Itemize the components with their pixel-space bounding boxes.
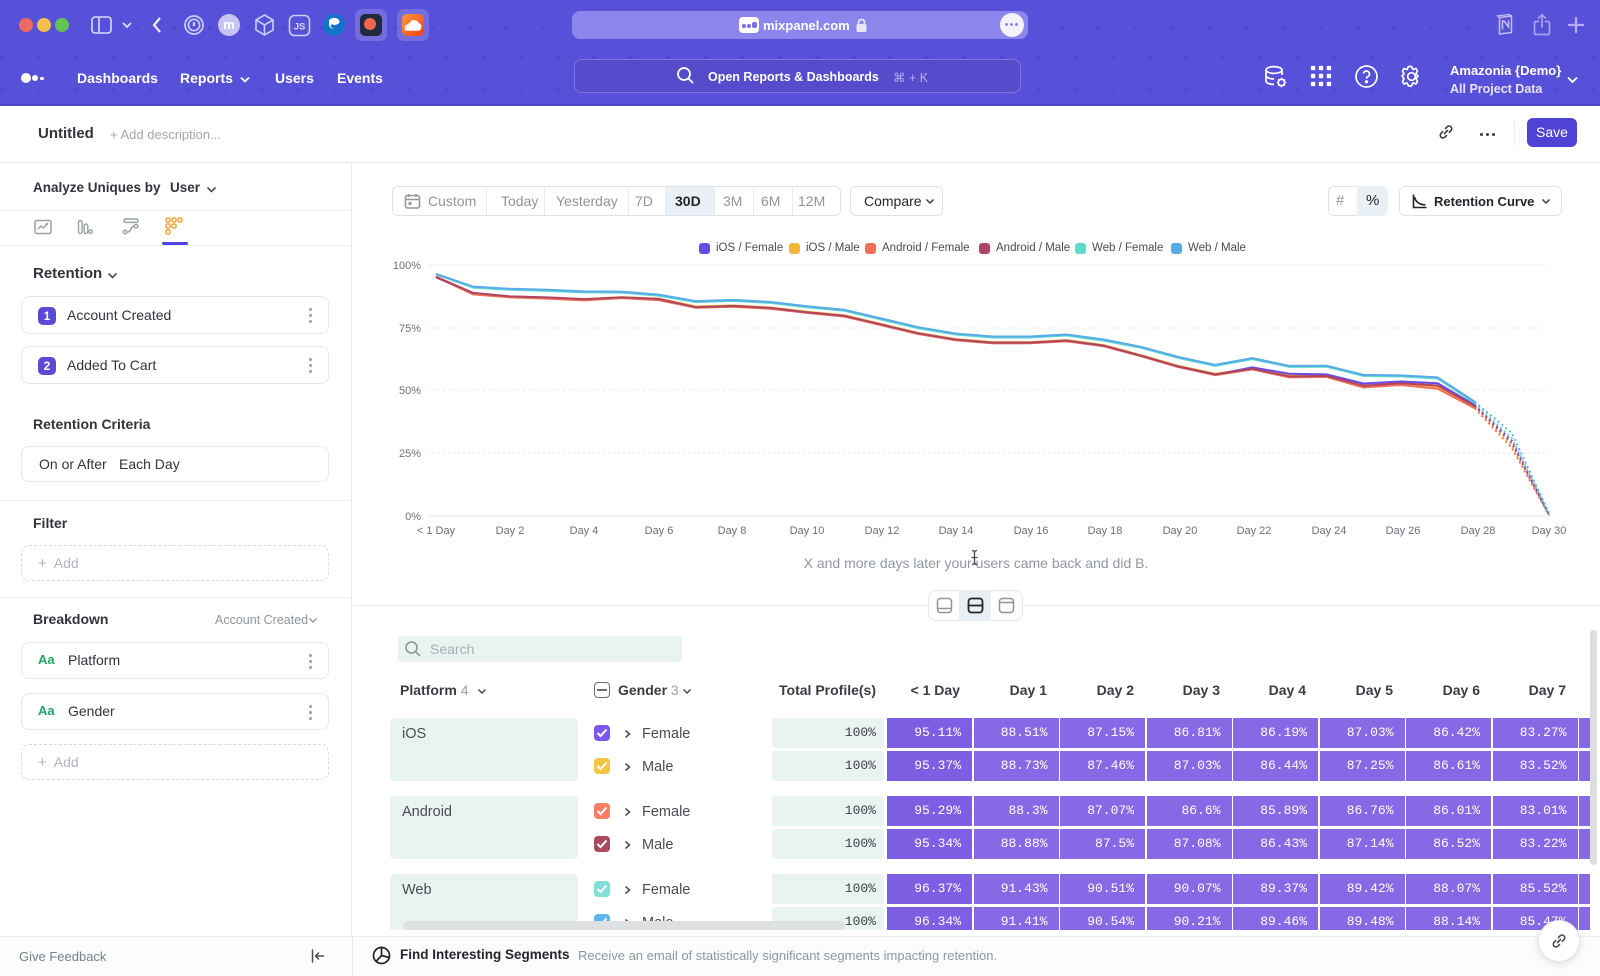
svg-text:75%: 75% <box>399 323 421 335</box>
svg-text:Day 14: Day 14 <box>939 525 974 537</box>
svg-text:100%: 100% <box>393 260 421 272</box>
svg-text:Day 22: Day 22 <box>1237 525 1272 537</box>
svg-text:Day 12: Day 12 <box>865 525 900 537</box>
svg-text:25%: 25% <box>399 448 421 460</box>
svg-text:Day 16: Day 16 <box>1014 525 1049 537</box>
svg-text:Day 8: Day 8 <box>718 525 747 537</box>
svg-text:< 1 Day: < 1 Day <box>417 525 456 537</box>
svg-text:Day 26: Day 26 <box>1386 525 1421 537</box>
svg-text:Day 24: Day 24 <box>1312 525 1347 537</box>
svg-text:Day 18: Day 18 <box>1088 525 1123 537</box>
svg-text:Day 4: Day 4 <box>570 525 599 537</box>
svg-text:0%: 0% <box>405 511 421 523</box>
svg-text:Day 28: Day 28 <box>1461 525 1496 537</box>
svg-text:Day 20: Day 20 <box>1163 525 1198 537</box>
svg-text:JS: JS <box>294 22 306 33</box>
svg-text:Day 6: Day 6 <box>645 525 674 537</box>
svg-text:50%: 50% <box>399 385 421 397</box>
svg-text:Day 30: Day 30 <box>1532 525 1567 537</box>
svg-text:Day 10: Day 10 <box>790 525 825 537</box>
svg-text:Day 2: Day 2 <box>496 525 525 537</box>
